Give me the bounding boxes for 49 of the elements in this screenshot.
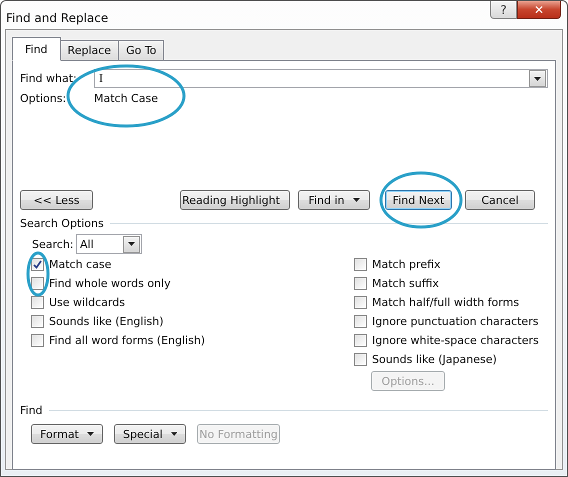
tab[interactable]: Go To (118, 40, 164, 60)
checkbox[interactable] (31, 277, 44, 290)
checkbox[interactable] (31, 296, 44, 309)
checkbox-label: Ignore punctuation characters (372, 315, 538, 328)
checkbox-label: Match case (49, 258, 112, 271)
options-value: Match Case (94, 92, 158, 105)
section-title: Find (20, 404, 43, 417)
close-button[interactable]: ✕ (517, 1, 561, 19)
search-dropdown[interactable]: All (76, 234, 142, 254)
checkbox-label: Ignore white-space characters (372, 334, 539, 347)
dialog-button[interactable]: Find in (298, 190, 370, 210)
section-title: Search Options (20, 217, 104, 230)
field-label: Find what: (20, 72, 78, 85)
find-what-field[interactable]: I (94, 69, 548, 88)
dialog-button[interactable]: Format (31, 424, 103, 444)
checkbox[interactable] (354, 296, 367, 309)
caret-icon (170, 432, 177, 436)
tab[interactable]: Replace (60, 40, 120, 60)
caret-icon (352, 198, 360, 202)
checkbox-label: Use wildcards (49, 296, 125, 309)
field-label: Search: (32, 238, 74, 250)
checkbox-label: Find all word forms (English) (49, 334, 206, 347)
caret-icon (86, 432, 94, 436)
checkbox-label: Match suffix (372, 277, 439, 290)
dialog-button[interactable]: Special (114, 424, 186, 444)
checkbox[interactable] (31, 315, 44, 328)
annotation-circle (26, 252, 50, 296)
checkbox[interactable] (354, 315, 367, 328)
checkbox[interactable] (354, 334, 367, 347)
checkbox-label: Match half/full width forms (372, 296, 520, 309)
caret-icon (128, 242, 135, 246)
help-button[interactable]: ? (490, 1, 517, 19)
checkbox[interactable] (31, 258, 44, 271)
dialog-button[interactable]: Cancel (465, 190, 535, 210)
caret-icon (534, 76, 541, 80)
checkbox[interactable] (31, 334, 44, 347)
window-title: Find and Replace (6, 11, 110, 25)
checkbox[interactable] (354, 353, 367, 366)
options-label: Options: (20, 92, 68, 105)
checkbox[interactable] (354, 277, 367, 290)
dialog-button[interactable]: Reading Highlight (180, 190, 290, 210)
tab[interactable]: Find (12, 37, 61, 61)
dialog-button[interactable]: << Less (20, 190, 93, 210)
checkbox-label: Match prefix (372, 258, 441, 271)
dialog-button[interactable]: Find Next (385, 190, 452, 210)
checkbox-label: Sounds like (English) (49, 315, 164, 328)
checkbox-label: Find whole words only (49, 277, 171, 290)
checkbox-label: Sounds like (Japanese) (372, 353, 497, 366)
checkbox[interactable] (354, 258, 367, 271)
